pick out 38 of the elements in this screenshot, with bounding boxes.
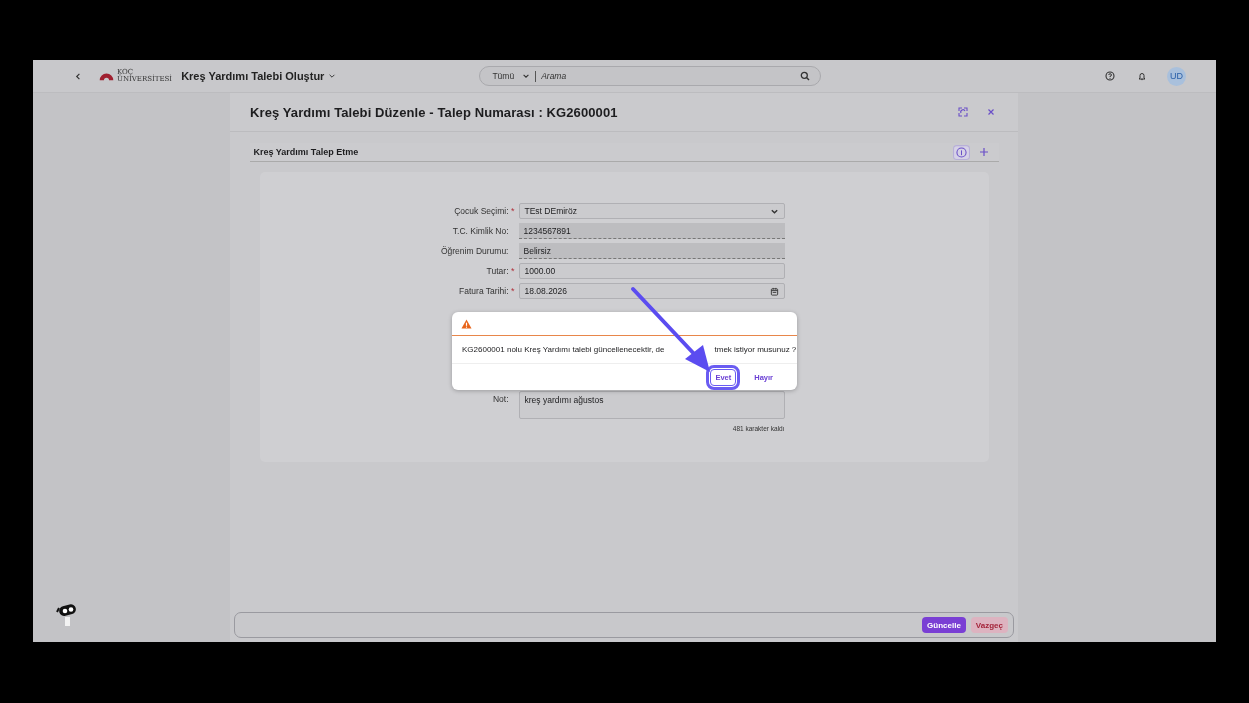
dialog-message: tmek istiyor musunuz ? bbox=[714, 345, 797, 354]
readonly-field: Belirsiz bbox=[518, 243, 785, 259]
dropdown-field[interactable]: TEst DEmiröz bbox=[518, 203, 785, 219]
required-mark: * bbox=[510, 286, 515, 296]
note-textarea[interactable]: kreş yardımı ağustos bbox=[518, 391, 785, 419]
field-label: Not: bbox=[492, 394, 509, 404]
add-icon[interactable] bbox=[978, 147, 989, 157]
close-icon[interactable] bbox=[986, 107, 996, 117]
required-mark: * bbox=[510, 266, 515, 276]
warning-icon bbox=[461, 318, 472, 329]
field-label: Tutar: bbox=[486, 266, 509, 276]
field-label: Öğrenim Durumu: bbox=[440, 246, 509, 256]
logo-icon bbox=[98, 70, 115, 82]
expand-icon[interactable] bbox=[958, 107, 968, 117]
calendar-icon[interactable] bbox=[769, 286, 779, 296]
field-label: Fatura Tarihi: bbox=[459, 286, 509, 296]
date-field[interactable]: 18.08.2026 bbox=[518, 283, 785, 299]
field-label: Çocuk Seçimi: bbox=[454, 206, 509, 216]
search-icon[interactable] bbox=[800, 71, 811, 81]
help-icon[interactable] bbox=[1105, 71, 1115, 81]
readonly-field: 1234567891 bbox=[518, 223, 785, 239]
info-icon[interactable] bbox=[952, 144, 970, 160]
page-title: Kreş Yardımı Talebi Düzenle - Talep Numarası : KG2600001 bbox=[250, 104, 618, 120]
update-button[interactable]: Güncelle bbox=[922, 617, 966, 633]
section-title: Kreş Yardımı Talep Etme bbox=[253, 147, 359, 157]
dialog-message: KG2600001 nolu Kreş Yardımı talebi güncellenecektir, de bbox=[462, 345, 665, 354]
required-mark: * bbox=[510, 206, 515, 216]
app-title-menu[interactable]: Kreş Yardımı Talebi Oluştur bbox=[181, 70, 337, 82]
field-label: T.C. Kimlik No: bbox=[452, 226, 509, 236]
chevron-down-icon[interactable] bbox=[328, 72, 337, 80]
notification-bell-icon[interactable] bbox=[1137, 71, 1147, 81]
back-icon[interactable] bbox=[74, 71, 83, 81]
cancel-button[interactable]: Vazgeç bbox=[970, 617, 1008, 633]
chevron-down-icon[interactable] bbox=[522, 72, 531, 80]
input-field[interactable]: 1000.00 bbox=[518, 263, 785, 279]
user-avatar[interactable]: UD bbox=[1167, 66, 1186, 86]
search-field[interactable]: Tümü Arama bbox=[479, 66, 822, 86]
search-scope-dropdown[interactable]: Tümü bbox=[492, 71, 531, 81]
